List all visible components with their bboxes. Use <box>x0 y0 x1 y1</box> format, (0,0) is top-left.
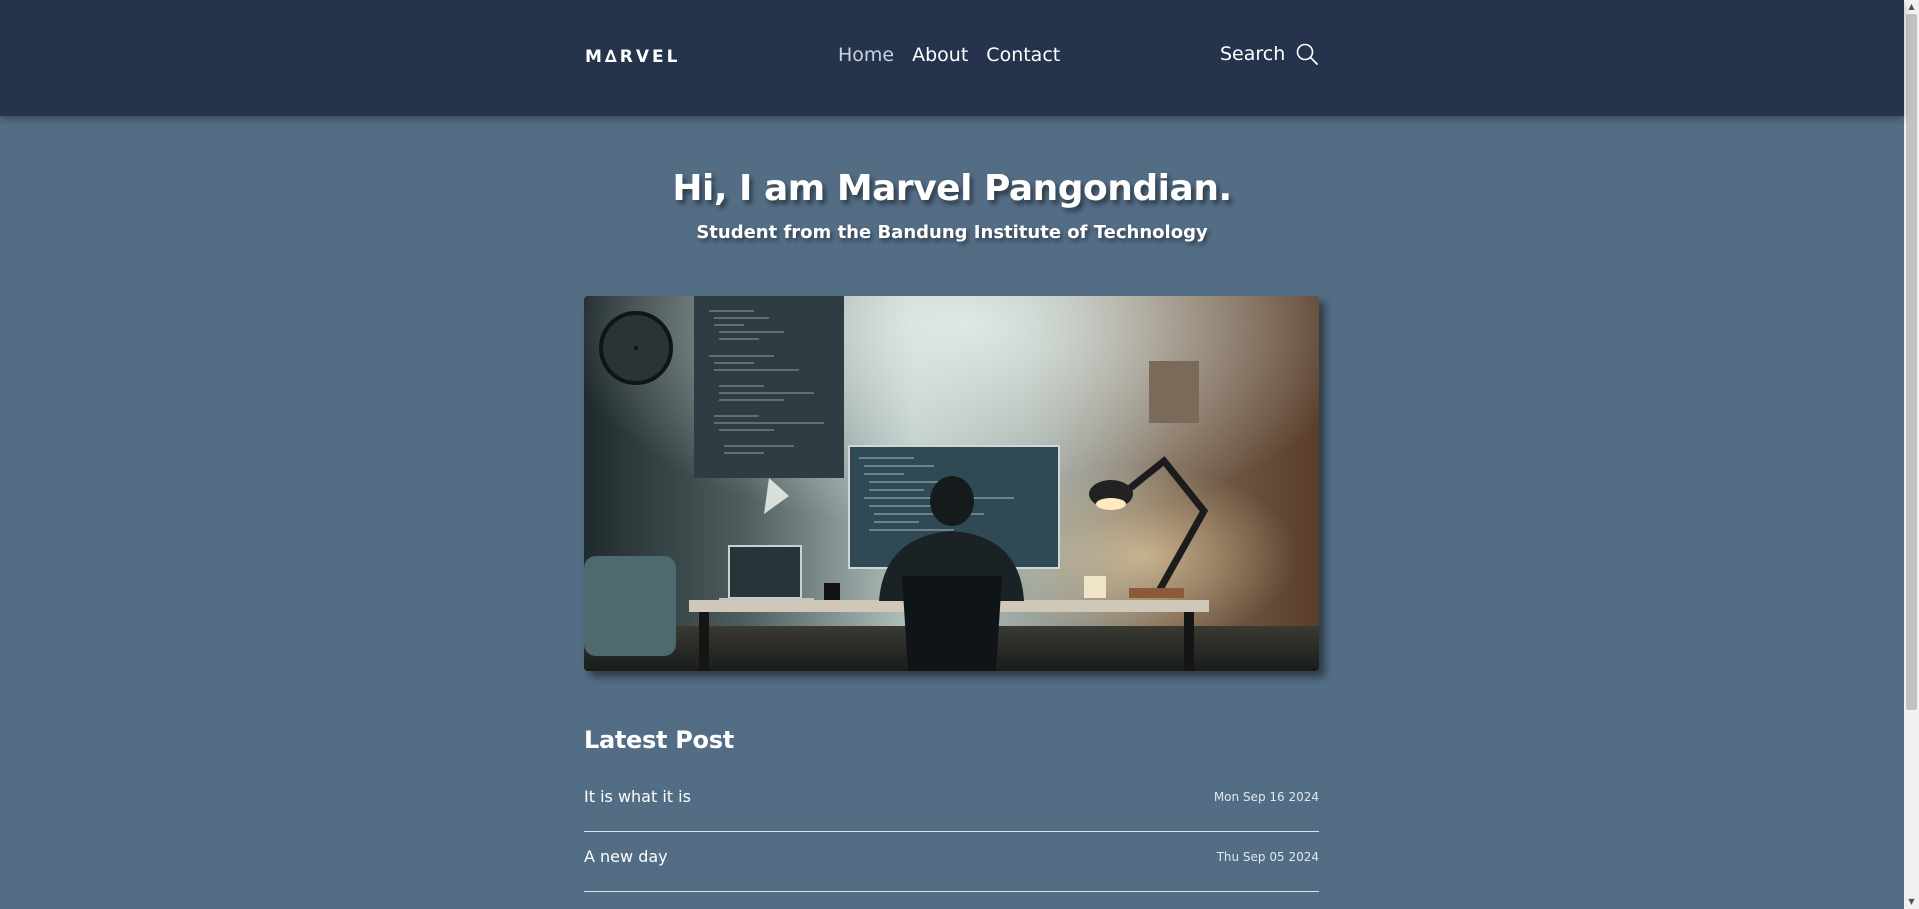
nav-contact-link[interactable]: Contact <box>986 44 1060 66</box>
search-button[interactable]: Search <box>1220 42 1319 66</box>
search-icon <box>1295 42 1319 66</box>
post-item[interactable]: It is what it is Mon Sep 16 2024 <box>584 772 1319 832</box>
page: M∆RVEL Home About Contact Search Hi, I a… <box>0 0 1919 909</box>
scrollbar-thumb[interactable] <box>1906 14 1917 710</box>
main-nav: Home About Contact <box>838 44 1060 66</box>
latest-post-heading: Latest Post <box>584 726 734 754</box>
post-date: Thu Sep 05 2024 <box>1216 850 1319 864</box>
post-title[interactable]: A new day <box>584 847 668 866</box>
nav-home-link[interactable]: Home <box>838 44 894 66</box>
scroll-down-arrow-icon[interactable]: ▼ <box>1904 895 1919 909</box>
site-logo[interactable]: M∆RVEL <box>585 47 680 67</box>
site-header: M∆RVEL Home About Contact Search <box>0 0 1904 116</box>
post-date: Mon Sep 16 2024 <box>1213 790 1319 804</box>
hero-title: Hi, I am Marvel Pangondian. <box>672 168 1232 209</box>
scroll-up-arrow-icon[interactable]: ▲ <box>1904 0 1919 14</box>
nav-about-link[interactable]: About <box>912 44 968 66</box>
post-title[interactable]: It is what it is <box>584 787 691 806</box>
search-label: Search <box>1220 43 1286 65</box>
page-scrollbar[interactable]: ▲ ▼ <box>1904 0 1919 909</box>
hero-image <box>584 296 1319 671</box>
hero-subtitle: Student from the Bandung Institute of Te… <box>696 222 1208 243</box>
post-item[interactable]: A new day Thu Sep 05 2024 <box>584 832 1319 892</box>
